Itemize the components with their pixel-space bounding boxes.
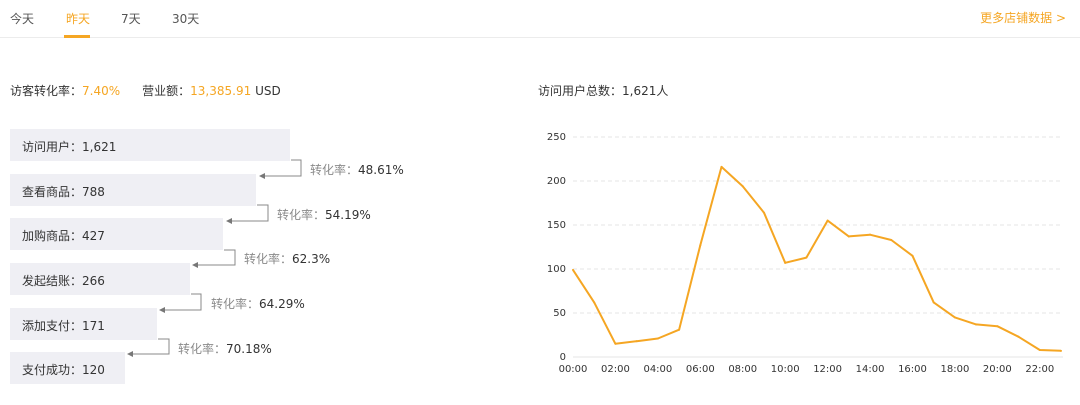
connector-arrow-4 <box>159 293 202 313</box>
conversion-rate-2: 转化率：54.19% <box>277 208 371 222</box>
conversion-rate-3: 转化率：62.3% <box>244 252 331 266</box>
data-point <box>572 268 574 271</box>
data-point <box>869 233 872 236</box>
data-point <box>996 325 999 328</box>
data-point <box>1038 348 1041 351</box>
total-visitors-value: 1,621人 <box>622 84 669 98</box>
data-point <box>826 219 829 222</box>
y-tick-label: 150 <box>547 220 566 231</box>
data-point <box>975 323 978 326</box>
x-tick-label: 12:00 <box>813 364 842 375</box>
data-point <box>1060 349 1062 352</box>
data-point <box>678 328 681 331</box>
conversion-rate-1: 转化率：48.61% <box>310 163 404 177</box>
data-point <box>805 256 808 259</box>
connector-arrow-2 <box>226 204 269 224</box>
x-tick-label: 16:00 <box>898 364 927 375</box>
connector-arrow-5 <box>127 338 170 357</box>
x-tick-label: 18:00 <box>940 364 969 375</box>
conversion-rate-5: 转化率：70.18% <box>178 342 272 356</box>
data-point <box>911 254 914 257</box>
data-point <box>1017 335 1020 338</box>
data-point <box>593 301 596 304</box>
y-tick-label: 50 <box>553 308 566 319</box>
x-tick-label: 02:00 <box>601 364 630 375</box>
data-point <box>656 337 659 340</box>
x-tick-label: 14:00 <box>856 364 885 375</box>
data-point <box>762 211 765 214</box>
connector-arrow-1 <box>259 159 302 179</box>
data-point <box>953 316 956 319</box>
more-store-data-link[interactable]: 更多店铺数据 > <box>980 9 1066 26</box>
data-point <box>741 185 744 188</box>
total-visitors: 访问用户总数：1,621人 <box>538 82 668 99</box>
data-point <box>890 238 893 241</box>
data-point <box>847 235 850 238</box>
connector-arrow-3 <box>192 249 236 268</box>
data-point <box>614 342 617 345</box>
conversion-rate-4: 转化率：64.29% <box>211 297 305 311</box>
visitors-by-hour-chart: 0 50 100 150 200 250 00:00 02:00 04:00 06:00 08:00… <box>547 132 1063 375</box>
x-tick-label: 00:00 <box>559 364 588 375</box>
y-tick-label: 0 <box>560 352 566 363</box>
data-point <box>699 244 702 247</box>
y-tick-label: 250 <box>547 132 566 143</box>
y-tick-label: 200 <box>547 176 566 187</box>
data-point <box>720 165 723 168</box>
data-point <box>932 301 935 304</box>
total-visitors-label: 访问用户总数： <box>538 84 623 98</box>
x-tick-label: 20:00 <box>983 364 1012 375</box>
data-point <box>635 340 638 343</box>
x-tick-label: 22:00 <box>1025 364 1054 375</box>
x-tick-label: 06:00 <box>686 364 715 375</box>
data-point <box>784 261 787 264</box>
x-tick-label: 04:00 <box>643 364 672 375</box>
y-tick-label: 100 <box>547 264 566 275</box>
x-tick-label: 08:00 <box>728 364 757 375</box>
x-tick-label: 10:00 <box>771 364 800 375</box>
series-line <box>572 165 1062 352</box>
